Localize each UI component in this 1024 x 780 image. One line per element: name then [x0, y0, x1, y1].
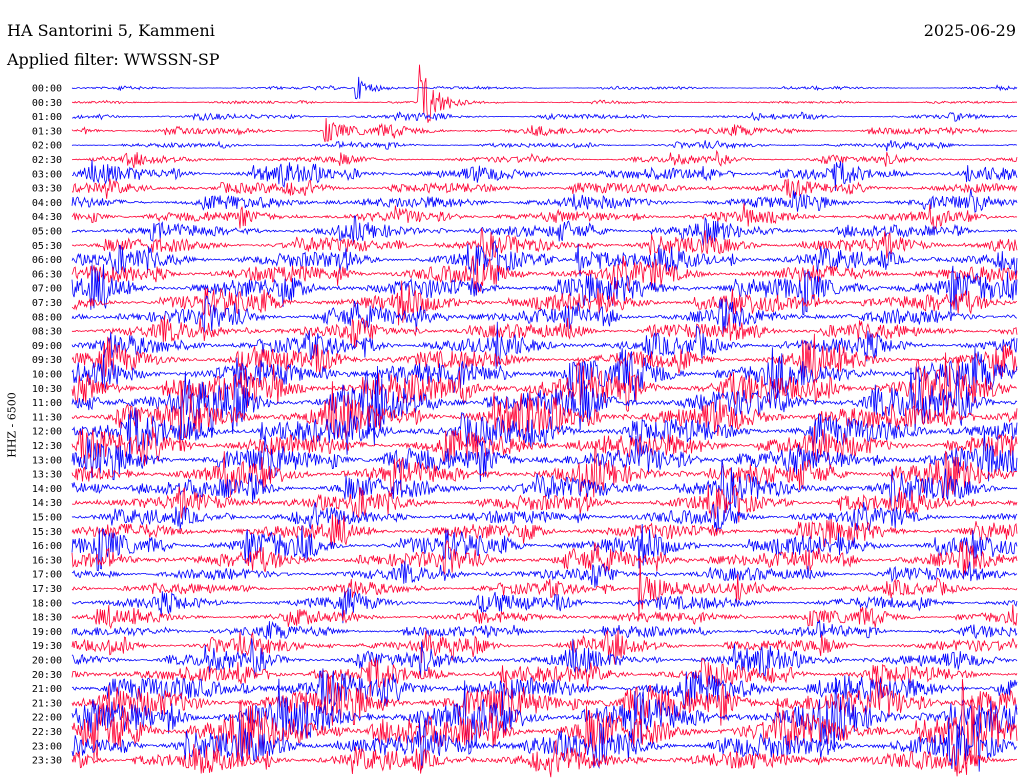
row-time-label: 16:00 — [32, 541, 62, 552]
seismogram-chart: 00:00 00:30 01:00 01:30 02:00 02:30 03:00 03:30… — [32, 64, 1018, 778]
row-time-label: 14:30 — [32, 498, 62, 509]
row-time-label: 07:30 — [32, 298, 62, 309]
trace-line — [71, 118, 1018, 143]
row-time-label: 21:30 — [32, 698, 62, 709]
trace-line — [71, 407, 1018, 463]
row-time-label: 20:30 — [32, 670, 62, 681]
row-time-label: 06:30 — [32, 269, 62, 280]
row-time-label: 21:00 — [32, 684, 62, 695]
row-time-label: 00:30 — [32, 98, 62, 109]
row-time-label: 09:00 — [32, 341, 62, 352]
trace-line — [71, 446, 1018, 501]
row-time-label: 20:00 — [32, 656, 62, 667]
trace-line — [71, 189, 1018, 213]
row-time-label: 10:30 — [32, 384, 62, 395]
row-time-label: 10:00 — [32, 370, 62, 381]
row-time-label: 01:00 — [32, 112, 62, 123]
trace-line — [71, 76, 1018, 100]
trace-line — [71, 501, 1018, 532]
row-time-label: 11:30 — [32, 412, 62, 423]
row-time-label: 07:00 — [32, 284, 62, 295]
trace-line — [71, 604, 1018, 630]
row-time-label: 18:30 — [32, 613, 62, 624]
trace-line — [71, 295, 1018, 334]
trace-line — [71, 555, 1018, 620]
trace-line — [71, 676, 1018, 755]
trace-line — [71, 140, 1017, 152]
row-time-label: 05:00 — [32, 227, 62, 238]
row-time-label: 03:00 — [32, 169, 62, 180]
row-time-label: 08:00 — [32, 312, 62, 323]
row-time-label: 13:00 — [32, 455, 62, 466]
row-time-label: 17:30 — [32, 584, 62, 595]
row-time-label: 11:00 — [32, 398, 62, 409]
trace-line — [72, 111, 1018, 122]
row-time-label: 17:00 — [32, 570, 62, 581]
row-time-label: 08:30 — [32, 327, 62, 338]
row-time-label: 01:30 — [32, 126, 62, 137]
row-time-label: 09:30 — [32, 355, 62, 366]
trace-line — [71, 638, 1018, 679]
row-time-label: 04:30 — [32, 212, 62, 223]
row-time-label: 12:00 — [32, 427, 62, 438]
row-time-label: 14:00 — [32, 484, 62, 495]
row-time-label: 15:30 — [32, 527, 62, 538]
row-time-label: 05:30 — [32, 241, 62, 252]
trace-line — [71, 215, 1018, 246]
row-time-label: 04:00 — [32, 198, 62, 209]
row-time-label: 13:30 — [32, 470, 62, 481]
row-time-label: 16:30 — [32, 555, 62, 566]
trace-line — [71, 671, 1018, 728]
row-time-label: 06:00 — [32, 255, 62, 266]
row-time-label: 23:30 — [32, 756, 62, 767]
row-time-label: 15:00 — [32, 513, 62, 524]
row-time-label: 22:30 — [32, 727, 62, 738]
row-time-label: 02:30 — [32, 155, 62, 166]
trace-line — [71, 619, 1018, 641]
trace-line — [71, 718, 1018, 772]
trace-line — [71, 178, 1018, 199]
trace-line — [71, 149, 1018, 169]
row-time-label: 12:30 — [32, 441, 62, 452]
row-time-label: 00:00 — [32, 84, 62, 95]
row-time-label: 23:00 — [32, 741, 62, 752]
row-time-label: 19:00 — [32, 627, 62, 638]
row-time-label: 22:00 — [32, 713, 62, 724]
trace-line — [71, 739, 1018, 778]
row-time-label: 18:00 — [32, 598, 62, 609]
row-time-label: 03:30 — [32, 184, 62, 195]
trace-line — [71, 321, 1018, 369]
trace-line — [72, 64, 1017, 123]
row-time-label: 02:00 — [32, 141, 62, 152]
row-time-label: 19:30 — [32, 641, 62, 652]
trace-line — [71, 678, 1018, 775]
